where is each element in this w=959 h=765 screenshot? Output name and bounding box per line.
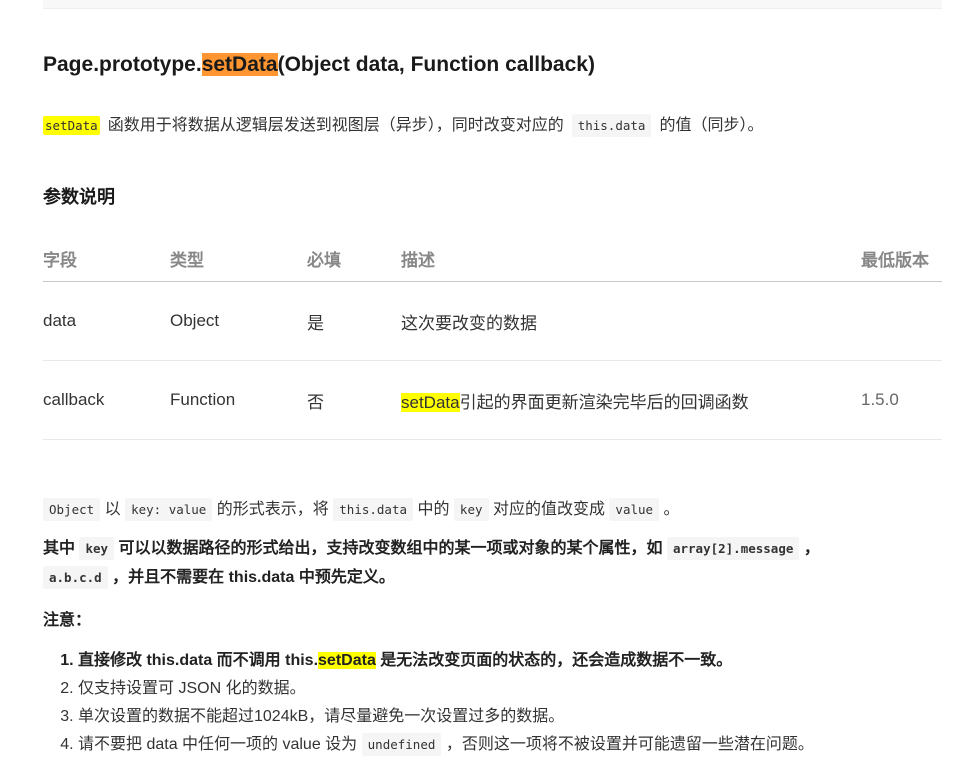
api-title: Page.prototype.setData(Object data, Func… bbox=[43, 49, 595, 81]
text: 其中 bbox=[43, 540, 76, 557]
cell-field: callback bbox=[43, 360, 170, 440]
cell-type: Object bbox=[170, 281, 307, 361]
previous-code-block bbox=[43, 0, 942, 9]
text: ， bbox=[803, 540, 820, 557]
text: 可以以数据路径的形式给出，支持改变数组中的某一项或对象的某个属性，如 bbox=[118, 540, 663, 557]
key-description-line-1: 其中 key 可以以数据路径的形式给出，支持改变数组中的某一项或对象的某个属性，… bbox=[43, 535, 820, 563]
note-text: 请不要把 data 中任何一项的 value 设为 bbox=[78, 736, 358, 753]
header-field: 字段 bbox=[43, 236, 170, 282]
note-text: ，否则这一项将不被设置并可能遗留一些潜在问题。 bbox=[445, 736, 814, 753]
text: 对应的值改变成 bbox=[492, 501, 605, 518]
table-header-row: 字段 类型 必填 描述 最低版本 bbox=[43, 236, 942, 282]
header-min-version: 最低版本 bbox=[861, 236, 942, 282]
inline-code-undefined: undefined bbox=[361, 733, 442, 756]
notes-heading: 注意： bbox=[43, 612, 92, 629]
note-text: 直接修改 this.data 而不调用 this. bbox=[78, 652, 319, 669]
api-title-prefix: Page.prototype. bbox=[43, 53, 202, 76]
list-item: 单次设置的数据不能超过1024kB，请尽量避免一次设置过多的数据。 bbox=[78, 703, 814, 731]
text: 中的 bbox=[417, 501, 450, 518]
list-item: 直接修改 this.data 而不调用 this.setData 是无法改变页面… bbox=[78, 647, 814, 675]
text: 以 bbox=[104, 501, 121, 518]
inline-code-thisdata: this.data bbox=[571, 114, 652, 137]
cell-required: 否 bbox=[307, 360, 401, 440]
table-row: callback Function 否 setData引起的界面更新渲染完毕后的… bbox=[43, 360, 942, 440]
cell-required: 是 bbox=[307, 281, 401, 361]
api-title-highlight: setData bbox=[201, 53, 278, 76]
notes-list: 直接修改 this.data 而不调用 this.setData 是无法改变页面… bbox=[43, 647, 814, 759]
api-title-suffix: (Object data, Function callback) bbox=[277, 53, 595, 76]
inline-code: a.b.c.d bbox=[43, 566, 108, 589]
params-table: 字段 类型 必填 描述 最低版本 data Object 是 这次要改变的数据 … bbox=[43, 236, 942, 440]
intro-text-1: 函数用于将数据从逻辑层发送到视图层（异步），同时改变对应的 bbox=[107, 117, 564, 134]
intro-text-2: 的值（同步）。 bbox=[659, 117, 764, 134]
text: 的形式表示，将 bbox=[216, 501, 329, 518]
cell-description-text: 引起的界面更新渲染完毕后的回调函数 bbox=[459, 392, 749, 412]
header-description: 描述 bbox=[401, 236, 861, 282]
cell-description-highlight: setData bbox=[401, 392, 460, 412]
inline-code-setdata: setData bbox=[43, 116, 100, 135]
cell-type: Function bbox=[170, 360, 307, 440]
text: ，并且不需要在 this.data 中预先定义。 bbox=[112, 569, 395, 586]
object-description: Object 以 key: value 的形式表示，将 this.data 中的… bbox=[43, 496, 680, 524]
text: 。 bbox=[663, 501, 680, 518]
list-item: 仅支持设置可 JSON 化的数据。 bbox=[78, 675, 814, 703]
inline-code: Object bbox=[43, 498, 101, 521]
inline-code: key: value bbox=[125, 498, 213, 521]
cell-description: setData引起的界面更新渲染完毕后的回调函数 bbox=[401, 360, 861, 440]
inline-code: this.data bbox=[333, 498, 413, 521]
table-row: data Object 是 这次要改变的数据 bbox=[43, 281, 942, 361]
intro-paragraph: setData 函数用于将数据从逻辑层发送到视图层（异步），同时改变对应的 this… bbox=[43, 112, 763, 140]
key-description-line-2: a.b.c.d ，并且不需要在 this.data 中预先定义。 bbox=[43, 564, 395, 592]
inline-code: key bbox=[453, 498, 489, 521]
cell-description: 这次要改变的数据 bbox=[401, 281, 861, 361]
params-heading: 参数说明 bbox=[43, 187, 115, 207]
inline-code: key bbox=[79, 537, 115, 560]
cell-field: data bbox=[43, 281, 170, 361]
inline-code: array[2].message bbox=[666, 537, 800, 560]
cell-version: 1.5.0 bbox=[861, 360, 942, 440]
cell-description-text: 这次要改变的数据 bbox=[401, 313, 537, 333]
note-text: 是无法改变页面的状态的，还会造成数据不一致。 bbox=[375, 652, 733, 669]
inline-code: value bbox=[609, 498, 660, 521]
note-highlight: setData bbox=[318, 652, 376, 669]
header-required: 必填 bbox=[307, 236, 401, 282]
list-item: 请不要把 data 中任何一项的 value 设为 undefined ，否则这… bbox=[78, 731, 814, 759]
cell-version bbox=[861, 281, 942, 361]
header-type: 类型 bbox=[170, 236, 307, 282]
